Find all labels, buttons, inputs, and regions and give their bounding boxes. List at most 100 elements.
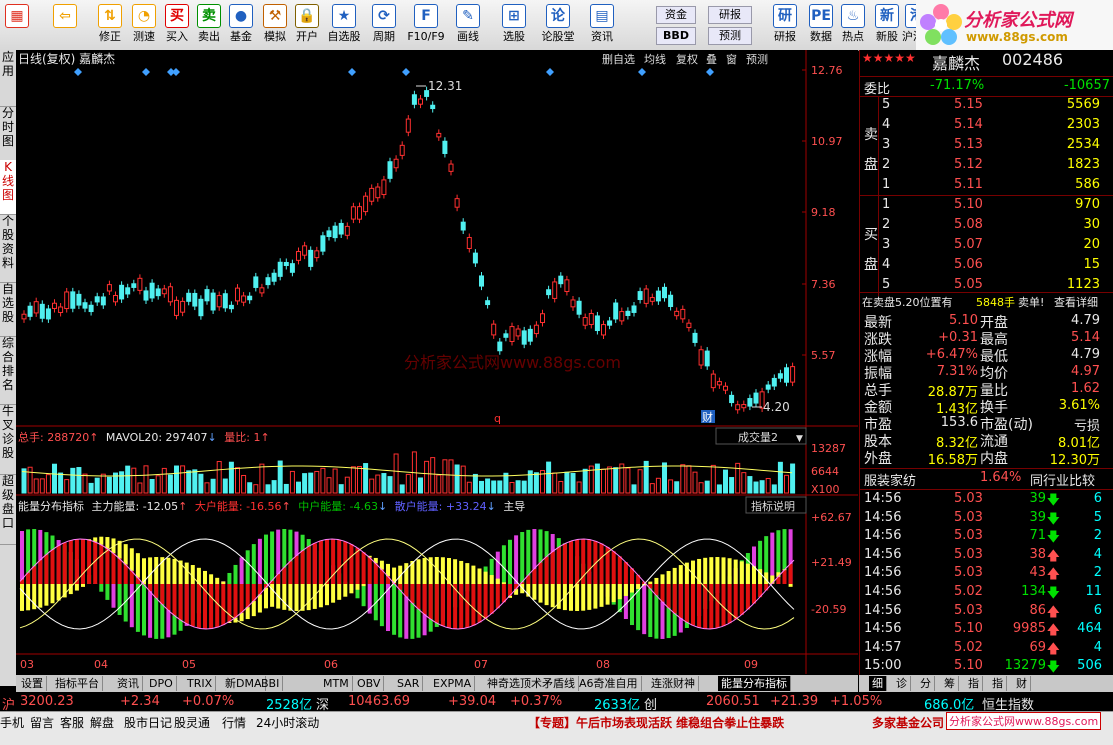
sell-level-row[interactable]: 1 5.11 586	[860, 176, 1113, 195]
indicator-tab-4[interactable]: TRIX	[184, 676, 216, 691]
report-button[interactable]: 研研报	[770, 2, 800, 48]
cycle-button[interactable]: ⟳周期	[366, 2, 402, 48]
left-tab-3[interactable]: 个股资料	[0, 214, 16, 283]
footer-item-0[interactable]: 手机	[0, 714, 24, 731]
chart-header-button-4[interactable]: 窗	[726, 52, 737, 66]
cy-index: 2060.51	[706, 694, 760, 709]
chart-header-button-1[interactable]: 均线	[644, 52, 666, 66]
volume-bar	[565, 472, 569, 493]
indicator-tab-7[interactable]: MTM	[320, 676, 353, 691]
indicator-tab-2[interactable]: 资讯	[114, 676, 143, 691]
candle	[351, 207, 355, 219]
sell-button[interactable]: 卖卖出	[194, 2, 224, 48]
left-tab-5[interactable]: 综合排名	[0, 336, 16, 405]
chart-header-button-2[interactable]: 复权	[676, 52, 698, 66]
left-tab-4[interactable]: 自选股	[0, 282, 16, 337]
candle	[321, 236, 325, 251]
right-tab-4[interactable]: 指	[965, 676, 983, 691]
buy-level-row[interactable]: 1 5.10 970	[860, 196, 1113, 215]
indicator-tab-12[interactable]: A6奇准自用	[576, 676, 642, 691]
footer-item-3[interactable]: 解盘	[90, 714, 114, 731]
sell-level-row[interactable]: 2 5.12 1823	[860, 156, 1113, 175]
hot-button[interactable]: ♨热点	[838, 2, 868, 48]
footer-item-1[interactable]: 留言	[30, 714, 54, 731]
chart-header-button-0[interactable]: 删自选	[602, 53, 635, 66]
indicator-tab-9[interactable]: SAR	[394, 676, 423, 691]
footer-item-5[interactable]: 股灵通	[174, 714, 210, 731]
bbd-button[interactable]: BBD	[656, 27, 696, 45]
back-arrow-button[interactable]: ⇦	[50, 2, 80, 48]
indicator-tab-11[interactable]: 神奇选顶术矛盾线	[484, 676, 579, 691]
right-tab-2[interactable]: 分	[917, 676, 935, 691]
indicator-tab-0[interactable]: 设置	[18, 676, 47, 691]
industry-compare-button[interactable]: 同行业比较	[1030, 470, 1095, 489]
indicator-help-button[interactable]: 指标说明	[751, 499, 795, 513]
energy-bar	[703, 584, 707, 629]
new-stock-button[interactable]: 新新股	[872, 2, 902, 48]
footer-item-4[interactable]: 股市日记	[124, 714, 172, 731]
hammer-button[interactable]: ⚒模拟	[260, 2, 290, 48]
indicator-tab-14[interactable]: 能量分布指标	[718, 676, 791, 691]
kline-chart[interactable]: 日线(复权) 嘉麟杰 删自选均线复权叠窗预测 12.7610.979.187.3…	[16, 50, 858, 674]
indicator-tab-3[interactable]: DPO	[146, 676, 177, 691]
right-tab-5[interactable]: 指	[989, 676, 1007, 691]
energy-bar	[240, 584, 244, 613]
news-button[interactable]: ▤资讯	[584, 2, 620, 48]
indicator-tab-1[interactable]: 指标平台	[52, 676, 103, 691]
volume-select[interactable]: 成交量2	[738, 430, 778, 444]
sell-level-row[interactable]: 3 5.13 2534	[860, 136, 1113, 155]
candle	[620, 312, 624, 321]
left-tab-1[interactable]: 分时图	[0, 106, 16, 161]
indicator-tab-13[interactable]: 连涨财神	[648, 676, 699, 691]
buy-level-row[interactable]: 4 5.06 15	[860, 256, 1113, 275]
right-tab-0[interactable]: 细	[869, 676, 887, 691]
right-tab-3[interactable]: 筹	[941, 676, 959, 691]
footer-item-6[interactable]: 行情	[222, 714, 246, 731]
right-tab-1[interactable]: 诊	[893, 676, 911, 691]
pen-button[interactable]: ✎画线	[448, 2, 488, 48]
left-tab-7[interactable]: 超级盘口	[0, 474, 16, 545]
news-ticker-2[interactable]: 多家基金公司	[872, 714, 944, 731]
clock-button[interactable]: ◔测速	[128, 2, 160, 48]
footer-item-2[interactable]: 客服	[60, 714, 84, 731]
stat-row: 金额 1.43亿 换手 3.61%	[860, 397, 1113, 414]
forecast-button[interactable]: 预测	[708, 27, 752, 45]
buy-level-row[interactable]: 2 5.08 30	[860, 216, 1113, 235]
windows-button[interactable]: ▦	[2, 2, 32, 48]
volume-bar	[205, 483, 209, 493]
left-tab-0[interactable]: 应用	[0, 50, 16, 107]
view-detail-link[interactable]: 查看详细	[1054, 294, 1098, 310]
sell-level-row[interactable]: 5 5.15 5569	[860, 96, 1113, 115]
candle	[632, 306, 636, 312]
volume-bar	[272, 481, 276, 493]
footer-item-7[interactable]: 24小时滚动	[256, 714, 319, 731]
star-board-button[interactable]: ★自选股	[326, 2, 362, 48]
money-button[interactable]: 资金	[656, 6, 696, 24]
select-button[interactable]: ⊞选股	[494, 2, 534, 48]
buy-level-row[interactable]: 3 5.07 20	[860, 236, 1113, 255]
news-ticker[interactable]: 【专题】午后市场表现活跃 维稳组合拳止住暴跌	[528, 714, 784, 731]
left-tab-6[interactable]: 牛叉诊股	[0, 404, 16, 475]
lock-button[interactable]: 🔒开户	[292, 2, 322, 48]
up-down-button[interactable]: ⇅修正	[94, 2, 126, 48]
f10-button[interactable]: FF10/F9	[406, 2, 446, 48]
energy-bar	[752, 584, 756, 604]
fund-button[interactable]: ●基金	[226, 2, 256, 48]
energy-bar	[514, 535, 518, 584]
lun-button[interactable]: 论论股堂	[538, 2, 578, 48]
indicator-tab-6[interactable]: BBI	[258, 676, 283, 691]
kline-chart-area[interactable]: 日线(复权) 嘉麟杰 删自选均线复权叠窗预测 12.7610.979.187.3…	[16, 50, 858, 674]
pe-button[interactable]: PE数据	[806, 2, 836, 48]
sell-level-row[interactable]: 4 5.14 2303	[860, 116, 1113, 135]
chart-header-button-5[interactable]: 预测	[746, 53, 768, 66]
industry-name[interactable]: 服装家纺	[864, 470, 916, 489]
right-tab-6[interactable]: 财	[1013, 676, 1031, 691]
buy-button[interactable]: 买买入	[162, 2, 192, 48]
energy-bar	[81, 539, 85, 584]
chart-header-button-3[interactable]: 叠	[706, 53, 717, 66]
indicator-tab-8[interactable]: OBV	[354, 676, 384, 691]
indicator-tab-10[interactable]: EXPMA	[430, 676, 475, 691]
report-button[interactable]: 研报	[708, 6, 752, 24]
candle	[236, 288, 240, 301]
left-tab-2[interactable]: K线图	[0, 160, 16, 215]
